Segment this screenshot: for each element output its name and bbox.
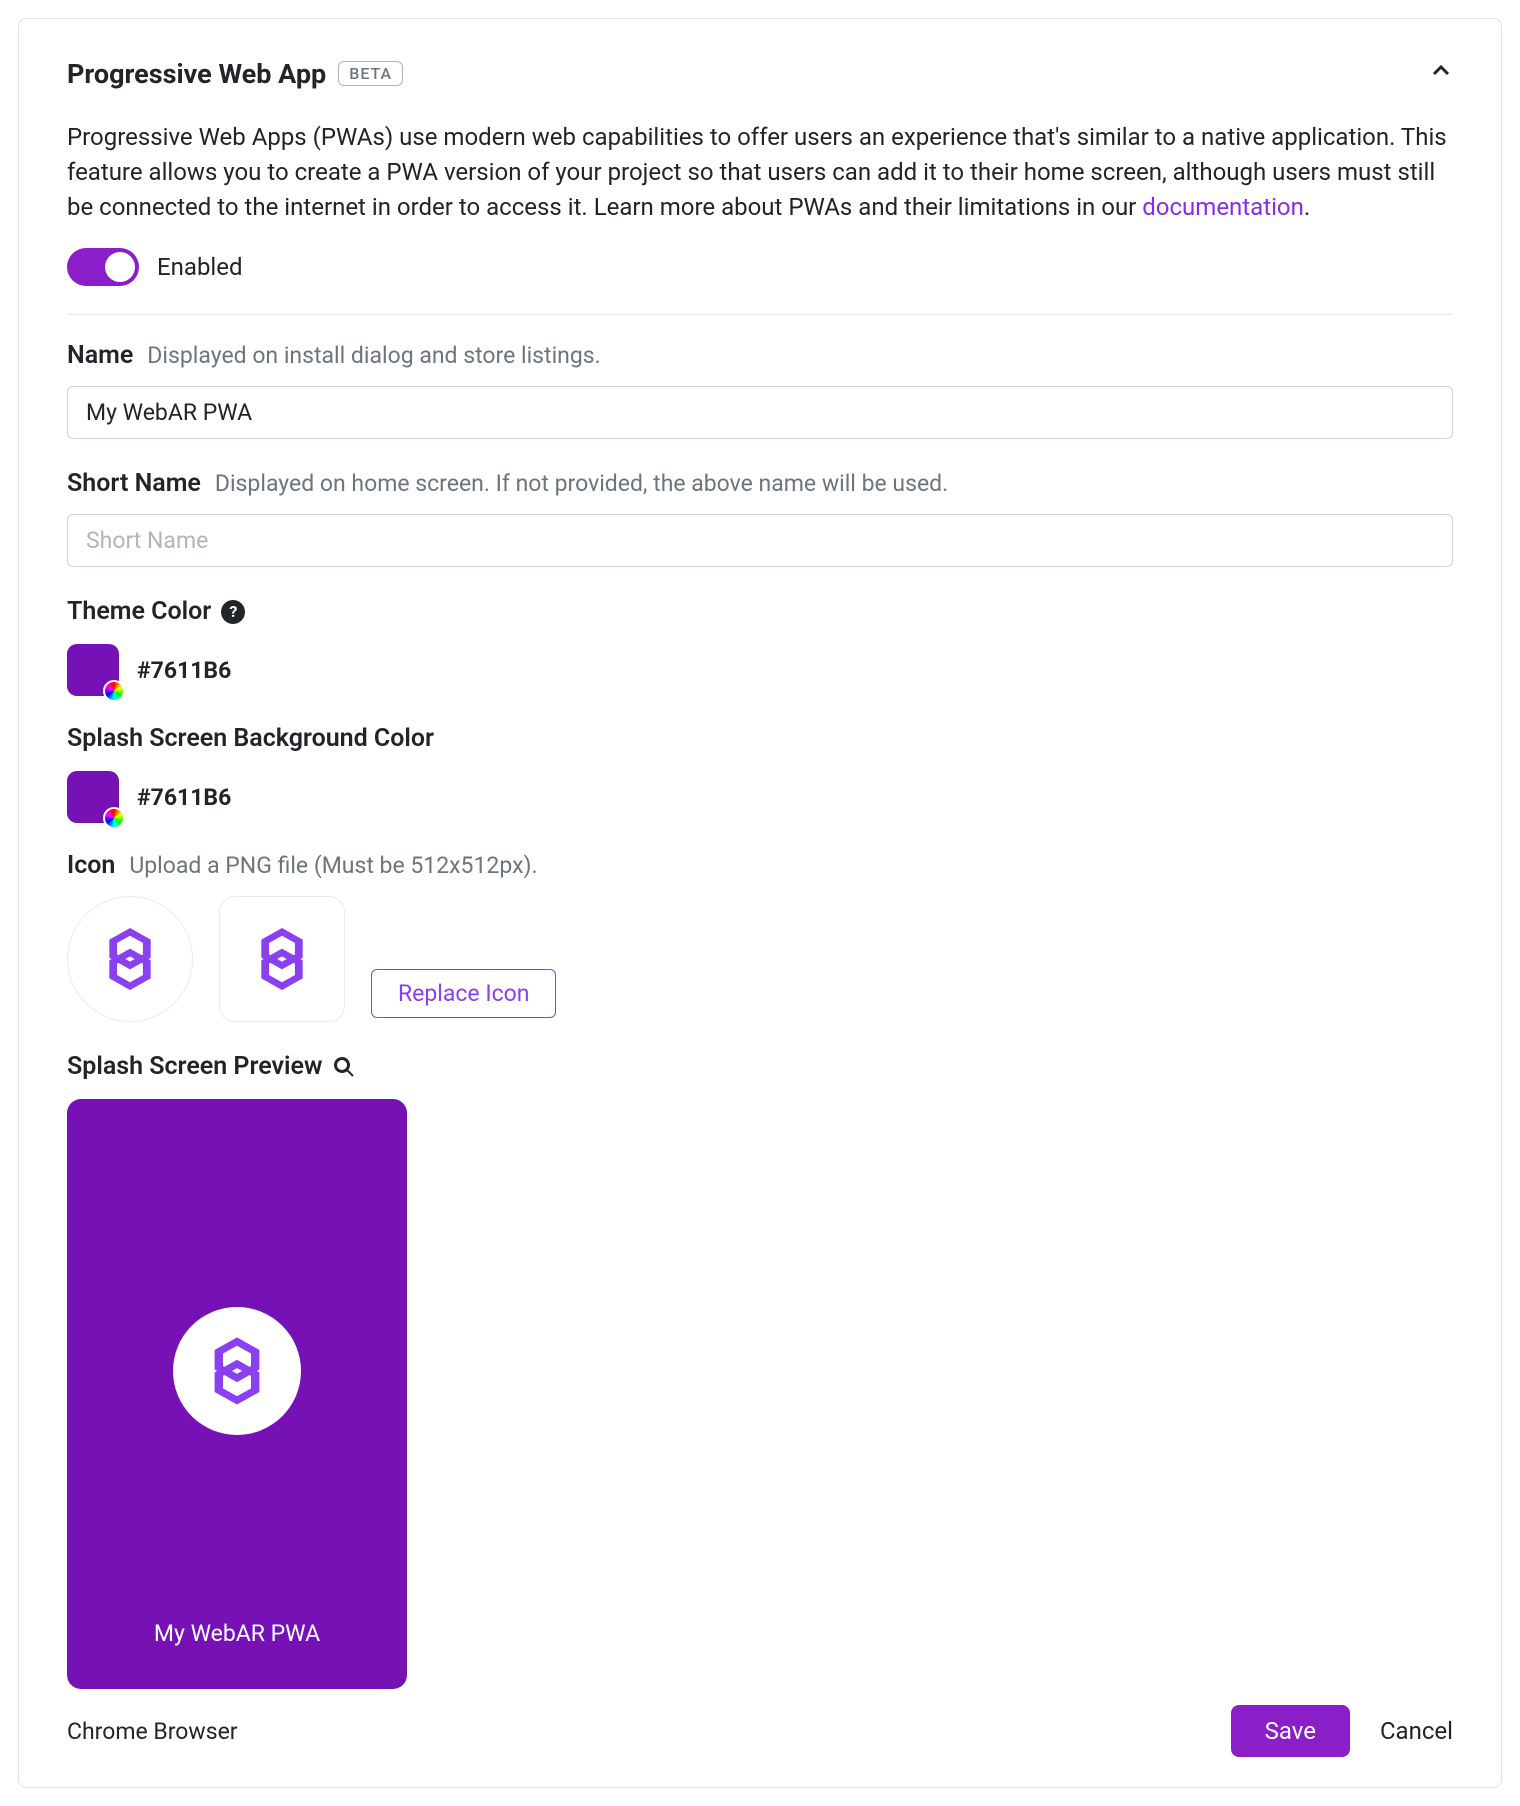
cancel-button[interactable]: Cancel: [1380, 1717, 1453, 1745]
theme-color-label: Theme Color: [67, 597, 211, 626]
icon-preview-circle: [67, 896, 193, 1022]
name-input[interactable]: [67, 386, 1453, 439]
color-picker-icon: [103, 680, 125, 702]
splash-bg-hex: #7611B6: [137, 784, 231, 811]
app-logo-icon: [209, 1337, 265, 1405]
toggle-knob: [105, 252, 135, 282]
magnify-icon[interactable]: [332, 1055, 356, 1079]
splash-bg-label: Splash Screen Background Color: [67, 724, 434, 753]
save-button[interactable]: Save: [1231, 1705, 1350, 1757]
theme-color-label-row: Theme Color ?: [67, 597, 1453, 626]
collapse-chevron-up-icon[interactable]: [1429, 57, 1453, 90]
splash-preview-label: Splash Screen Preview: [67, 1052, 322, 1081]
app-logo-icon: [256, 928, 308, 990]
theme-color-swatch-wrap[interactable]: [67, 644, 119, 696]
icon-label: Icon: [67, 851, 115, 880]
splash-preview-label-row: Splash Screen Preview: [67, 1052, 1453, 1081]
shortname-label-row: Short Name Displayed on home screen. If …: [67, 469, 1453, 498]
splash-preview: My WebAR PWA: [67, 1099, 407, 1689]
splash-bg-swatch-wrap[interactable]: [67, 771, 119, 823]
beta-badge: BETA: [338, 61, 403, 86]
enabled-toggle[interactable]: [67, 248, 139, 286]
panel-header: Progressive Web App BETA: [67, 57, 1453, 90]
replace-icon-button[interactable]: Replace Icon: [371, 969, 556, 1018]
name-label-row: Name Displayed on install dialog and sto…: [67, 341, 1453, 370]
theme-color-hex: #7611B6: [137, 657, 231, 684]
splash-bg-row: #7611B6: [67, 771, 1453, 823]
splash-preview-caption: Chrome Browser: [67, 1718, 238, 1745]
panel-title: Progressive Web App: [67, 58, 326, 90]
shortname-input[interactable]: [67, 514, 1453, 567]
shortname-label: Short Name: [67, 469, 201, 498]
icon-preview-rounded: [219, 896, 345, 1022]
enabled-label: Enabled: [157, 253, 243, 281]
splash-bg-label-row: Splash Screen Background Color: [67, 724, 1453, 753]
color-picker-icon: [103, 807, 125, 829]
shortname-hint: Displayed on home screen. If not provide…: [215, 470, 948, 497]
pwa-description: Progressive Web Apps (PWAs) use modern w…: [67, 120, 1453, 224]
description-tail: .: [1304, 193, 1310, 221]
splash-preview-icon: [173, 1307, 301, 1435]
divider: [67, 314, 1453, 315]
documentation-link[interactable]: documentation: [1142, 193, 1304, 221]
icon-label-row: Icon Upload a PNG file (Must be 512x512p…: [67, 851, 1453, 880]
splash-preview-app-name: My WebAR PWA: [67, 1620, 407, 1647]
icon-hint: Upload a PNG file (Must be 512x512px).: [129, 852, 537, 879]
help-icon[interactable]: ?: [221, 600, 245, 624]
app-logo-icon: [104, 928, 156, 990]
theme-color-row: #7611B6: [67, 644, 1453, 696]
bottom-row: Chrome Browser Save Cancel: [67, 1705, 1453, 1757]
panel-title-wrap: Progressive Web App BETA: [67, 58, 403, 90]
pwa-settings-panel: Progressive Web App BETA Progressive Web…: [18, 18, 1502, 1788]
name-hint: Displayed on install dialog and store li…: [147, 342, 600, 369]
enabled-toggle-row: Enabled: [67, 248, 1453, 286]
icon-preview-row: Replace Icon: [67, 896, 1453, 1022]
action-buttons: Save Cancel: [1231, 1705, 1453, 1757]
name-label: Name: [67, 341, 133, 370]
